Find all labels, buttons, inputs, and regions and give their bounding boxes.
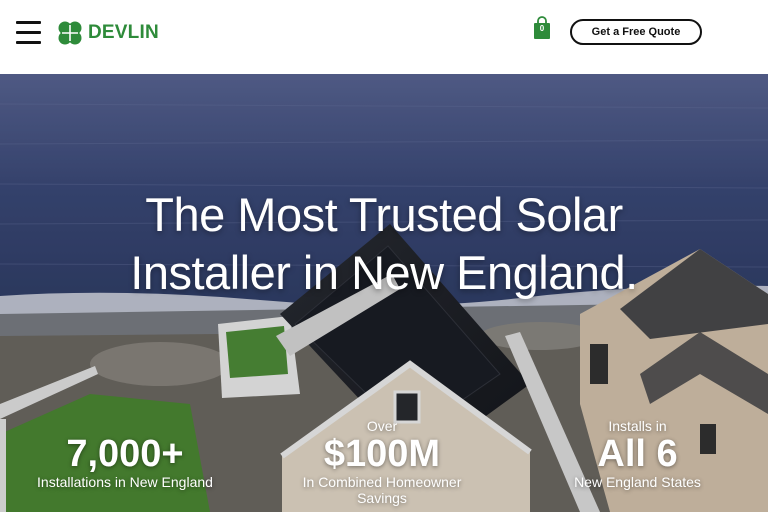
hero-title-line-2: Installer in New England. (130, 246, 638, 299)
stat-states: Installs in All 6 New England States (555, 418, 720, 490)
stat-prefix: Over (366, 418, 398, 434)
get-free-quote-button[interactable]: Get a Free Quote (570, 19, 702, 45)
hero-section: The Most Trusted Solar Installer in New … (0, 74, 768, 512)
stat-label: In Combined Homeowner Savings (302, 474, 462, 506)
hero-title: The Most Trusted Solar Installer in New … (0, 186, 768, 302)
hero-title-line-1: The Most Trusted Solar (145, 188, 623, 241)
cart-button[interactable]: 0 (532, 16, 552, 40)
menu-icon[interactable] (16, 21, 41, 45)
stat-installations: 7,000+ Installations in New England (10, 418, 240, 490)
brand-name: DEVLIN (88, 22, 159, 43)
stat-label: Installations in New England (37, 474, 213, 490)
clover-logo-icon (58, 21, 82, 45)
stat-savings: Over $100M In Combined Homeowner Savings (282, 418, 482, 506)
stat-value: $100M (323, 433, 441, 475)
stat-prefix: Installs in (608, 418, 667, 434)
stat-prefix (10, 418, 240, 434)
brand-logo[interactable]: DEVLIN (57, 20, 159, 46)
cart-count: 0 (539, 24, 545, 33)
site-header: DEVLIN 0 Get a Free Quote (0, 0, 768, 74)
stat-value: 7,000+ (66, 433, 184, 475)
stat-label: New England States (574, 474, 701, 490)
stat-value: All 6 (597, 433, 678, 475)
